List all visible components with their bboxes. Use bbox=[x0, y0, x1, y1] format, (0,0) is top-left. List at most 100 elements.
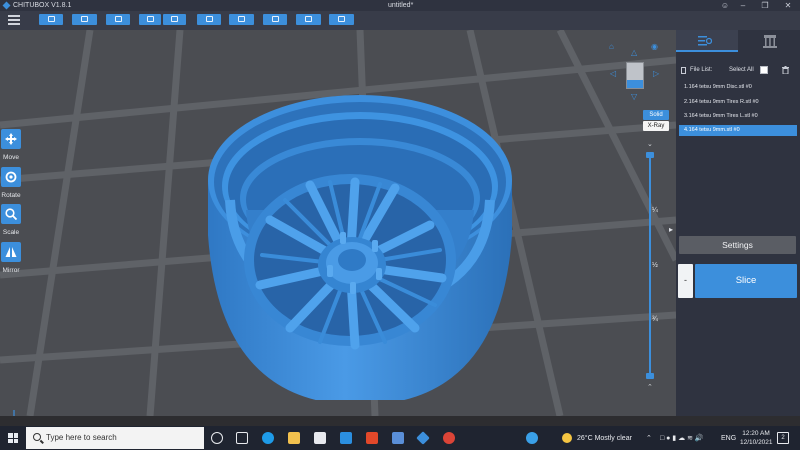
microsoft-store-icon[interactable] bbox=[314, 432, 326, 444]
supports-button[interactable] bbox=[229, 14, 254, 25]
screenshot-button[interactable] bbox=[197, 14, 221, 25]
minimize-button[interactable]: – bbox=[738, 1, 748, 10]
eye-icon[interactable]: ◉ bbox=[651, 43, 658, 51]
mirror-label: Mirror bbox=[2, 267, 20, 274]
list-settings-icon bbox=[698, 36, 712, 46]
document-icon bbox=[681, 67, 686, 74]
notification-center-icon[interactable]: 2 bbox=[777, 432, 789, 444]
app-icon[interactable] bbox=[392, 432, 404, 444]
layout-icon bbox=[114, 16, 122, 22]
chitubox-logo-icon bbox=[2, 1, 11, 10]
view-cube-front-face[interactable] bbox=[627, 80, 643, 88]
layer-slider-top-handle[interactable] bbox=[646, 152, 654, 158]
file-explorer-icon[interactable] bbox=[288, 432, 300, 444]
scale-label: Scale bbox=[2, 229, 20, 236]
hollow-icon bbox=[271, 16, 279, 22]
show-hidden-icons-icon[interactable]: ⌃ bbox=[646, 434, 652, 442]
move-tool[interactable]: Move bbox=[1, 129, 21, 161]
document-title: untitled* bbox=[388, 2, 414, 9]
right-panel: File List: Select All 1.164 tetsu 9mm Di… bbox=[676, 30, 800, 416]
scale-tool[interactable]: Scale bbox=[1, 204, 21, 236]
xray-mode-button[interactable]: X-Ray bbox=[643, 121, 669, 131]
settings-button[interactable]: Settings bbox=[679, 236, 796, 254]
select-all-checkbox[interactable] bbox=[760, 66, 768, 74]
rotate-icon bbox=[5, 171, 17, 183]
chrome-icon[interactable] bbox=[443, 432, 455, 444]
redo-icon bbox=[171, 16, 178, 22]
weather-text[interactable]: 26°C Mostly clear bbox=[577, 435, 632, 442]
auto-layout-button[interactable] bbox=[106, 14, 130, 25]
view-bottom-arrow-icon[interactable]: ▽ bbox=[631, 93, 637, 101]
move-label: Move bbox=[3, 154, 19, 161]
solid-mode-button[interactable]: Solid bbox=[643, 110, 669, 120]
layer-slider[interactable] bbox=[649, 154, 651, 376]
mirror-button[interactable] bbox=[1, 242, 21, 262]
undo-button[interactable] bbox=[139, 14, 161, 25]
network-app-icon[interactable] bbox=[526, 432, 538, 444]
clock[interactable]: 12:20 AM 12/10/2021 bbox=[740, 429, 773, 447]
panel-collapse-arrow-icon[interactable]: ▸ bbox=[666, 222, 676, 238]
toolbar bbox=[0, 11, 800, 30]
scale-button[interactable] bbox=[1, 204, 21, 224]
redo-button[interactable] bbox=[163, 14, 186, 25]
3d-viewport[interactable]: Move Rotate Scale Mirror bbox=[0, 30, 676, 416]
file-list-item[interactable]: 1.164 tetsu 9mm Disc.stl #0 bbox=[679, 82, 797, 93]
windows-start-icon[interactable] bbox=[8, 433, 18, 443]
rotate-label: Rotate bbox=[1, 192, 21, 199]
mail-icon[interactable] bbox=[340, 432, 352, 444]
search-icon bbox=[33, 433, 41, 441]
rotate-tool[interactable]: Rotate bbox=[1, 167, 21, 199]
file-list-item[interactable]: 3.164 tetsu 9mm Tires L.stl #0 bbox=[679, 111, 797, 122]
chevron-down-icon[interactable]: ⌄ bbox=[647, 140, 653, 148]
close-button[interactable]: ✕ bbox=[783, 1, 793, 10]
cortana-icon[interactable] bbox=[211, 432, 223, 444]
fraction-half: ½ bbox=[652, 262, 658, 269]
user-account-icon[interactable]: ☺ bbox=[720, 1, 730, 10]
mirror-tool[interactable]: Mirror bbox=[1, 242, 21, 274]
file-list-item[interactable]: 2.164 tetsu 9mm Tires R.stl #0 bbox=[679, 97, 797, 108]
chevron-up-icon[interactable]: ⌃ bbox=[647, 383, 653, 391]
hollow-button[interactable] bbox=[263, 14, 287, 25]
home-view-icon[interactable]: ⌂ bbox=[609, 43, 614, 51]
tab-printer[interactable] bbox=[739, 30, 800, 52]
slice-options-button[interactable]: - bbox=[678, 264, 693, 298]
axis-indicator bbox=[13, 410, 15, 416]
calibration-icon bbox=[338, 16, 345, 22]
chitubox-taskbar-icon[interactable] bbox=[416, 431, 430, 445]
dig-hole-button[interactable] bbox=[296, 14, 321, 25]
wheel-3d-model[interactable] bbox=[190, 60, 530, 400]
file-list-item-selected[interactable]: 4.164 tetsu 9mm.stl #0 bbox=[679, 125, 797, 136]
clock-time: 12:20 AM bbox=[742, 430, 770, 437]
open-file-button[interactable] bbox=[39, 14, 63, 25]
view-right-arrow-icon[interactable]: ▷ bbox=[653, 70, 659, 78]
save-file-button[interactable] bbox=[72, 14, 97, 25]
folder-icon bbox=[47, 16, 55, 22]
scale-icon bbox=[5, 208, 17, 220]
edge-browser-icon[interactable] bbox=[262, 432, 274, 444]
tab-model-list[interactable] bbox=[676, 30, 738, 52]
office-icon[interactable] bbox=[366, 432, 378, 444]
trash-icon[interactable] bbox=[782, 66, 789, 74]
hamburger-menu-icon[interactable] bbox=[8, 15, 20, 25]
layer-slider-bottom-handle[interactable] bbox=[646, 373, 654, 379]
select-all-label: Select All bbox=[729, 67, 754, 73]
taskbar-search-box[interactable]: Type here to search bbox=[26, 427, 204, 449]
task-view-icon[interactable] bbox=[236, 432, 248, 444]
app-title: CHITUBOX V1.8.1 bbox=[13, 2, 72, 9]
windows-taskbar: Type here to search 26°C Mostly clear ⌃ … bbox=[0, 426, 800, 450]
weather-icon[interactable] bbox=[562, 433, 572, 443]
fraction-three-quarters: ¾ bbox=[652, 316, 658, 323]
view-top-arrow-icon[interactable]: △ bbox=[631, 49, 637, 57]
slice-button[interactable]: Slice bbox=[695, 264, 797, 298]
clock-date: 12/10/2021 bbox=[740, 439, 773, 446]
rotate-button[interactable] bbox=[1, 167, 21, 187]
file-list-label: File List: bbox=[690, 67, 713, 73]
move-button[interactable] bbox=[1, 129, 21, 149]
view-left-arrow-icon[interactable]: ◁ bbox=[610, 70, 616, 78]
language-indicator[interactable]: ENG bbox=[721, 435, 736, 442]
restore-button[interactable]: ❐ bbox=[760, 1, 770, 10]
view-cube[interactable] bbox=[626, 62, 644, 89]
calibration-button[interactable] bbox=[329, 14, 354, 25]
tray-icons[interactable]: □ ● ▮ ☁ ≋ 🔊 bbox=[660, 434, 704, 442]
camera-icon bbox=[205, 16, 213, 22]
